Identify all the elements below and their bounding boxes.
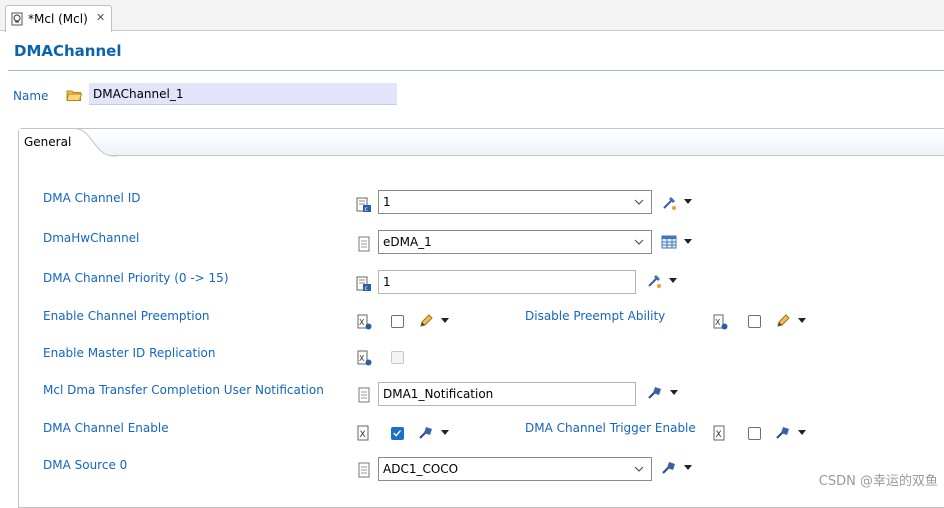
section-tabbar [19, 129, 944, 156]
svg-text:X: X [715, 318, 721, 327]
chevron-down-icon[interactable] [441, 318, 449, 324]
editor-tab[interactable]: *Mcl (Mcl) ✕ [5, 5, 112, 32]
priority-label: DMA Channel Priority (0 -> 15) [43, 271, 229, 285]
priority-value: 1 [383, 275, 391, 289]
chevron-down-icon[interactable] [669, 278, 677, 284]
tab-general[interactable]: General [19, 129, 81, 157]
preemption-label: Enable Channel Preemption [43, 309, 210, 323]
table-select-icon[interactable] [661, 234, 677, 250]
boolean-config-icon: X [713, 314, 728, 330]
notification-input[interactable]: DMA1_Notification [378, 382, 636, 406]
tab-general-curve [77, 129, 117, 157]
boolean-config-icon: X [357, 350, 372, 366]
boolean-config-icon: X [357, 314, 372, 330]
open-folder-icon[interactable] [66, 88, 82, 102]
svg-text:X: X [359, 318, 365, 327]
channel-enable-checkbox[interactable] [391, 427, 404, 440]
chevron-down-icon[interactable] [670, 390, 678, 396]
disable-preempt-checkbox[interactable] [748, 315, 761, 328]
svg-text:c: c [365, 206, 368, 213]
chevron-down-icon[interactable] [684, 465, 692, 471]
tab-general-label: General [24, 135, 72, 149]
edit-pencil-icon[interactable] [418, 313, 434, 329]
wand-icon[interactable] [775, 425, 791, 441]
checkmark-icon [393, 430, 401, 437]
close-icon[interactable]: ✕ [96, 11, 105, 24]
channel-id-value: 1 [383, 195, 391, 209]
editor-file-icon [11, 12, 23, 26]
chevron-down-icon[interactable] [684, 199, 692, 205]
svg-text:X: X [716, 430, 722, 440]
document-config-icon [358, 387, 370, 403]
hw-channel-value: eDMA_1 [383, 235, 432, 249]
master-id-label: Enable Master ID Replication [43, 346, 216, 360]
hw-channel-combo[interactable]: eDMA_1 [378, 230, 652, 254]
chevron-down-icon[interactable] [798, 318, 806, 324]
chevron-down-icon[interactable] [441, 430, 449, 436]
channel-id-combo[interactable]: 1 [378, 190, 652, 214]
chevron-down-icon [634, 199, 644, 205]
notification-label: Mcl Dma Transfer Completion User Notific… [43, 383, 324, 397]
source-combo[interactable]: ADC1_COCO [378, 457, 652, 481]
name-input[interactable] [89, 83, 397, 105]
channel-id-label: DMA Channel ID [43, 191, 141, 205]
master-id-checkbox[interactable] [391, 351, 404, 364]
chevron-down-icon [634, 466, 644, 472]
preemption-checkbox[interactable] [391, 315, 404, 328]
editor-tab-strip: *Mcl (Mcl) ✕ [0, 0, 944, 32]
hw-channel-label: DmaHwChannel [43, 231, 140, 245]
document-config-icon [358, 462, 370, 478]
trigger-enable-checkbox[interactable] [748, 427, 761, 440]
disable-preempt-label: Disable Preempt Ability [525, 309, 666, 323]
document-config-icon [358, 236, 370, 252]
wand-icon[interactable] [646, 273, 662, 289]
source-value: ADC1_COCO [383, 462, 459, 476]
svg-text:X: X [359, 354, 365, 363]
calculator-config-icon: c [356, 276, 371, 292]
svg-text:X: X [360, 430, 366, 440]
boolean-config-icon: X [357, 425, 369, 441]
boolean-config-icon: X [713, 425, 725, 441]
wand-icon[interactable] [661, 195, 677, 211]
calculator-config-icon: c [356, 197, 371, 213]
priority-input[interactable]: 1 [378, 270, 636, 294]
chevron-down-icon [634, 239, 644, 245]
chevron-down-icon[interactable] [684, 239, 692, 245]
title-divider [8, 70, 944, 71]
wand-icon[interactable] [418, 425, 434, 441]
wand-icon[interactable] [647, 385, 663, 401]
wand-icon[interactable] [661, 460, 677, 476]
editor-tab-label: *Mcl (Mcl) [28, 12, 88, 26]
svg-text:c: c [365, 285, 368, 292]
page-title: DMAChannel [14, 42, 122, 60]
edit-pencil-icon[interactable] [775, 313, 791, 329]
notification-value: DMA1_Notification [383, 387, 494, 401]
source-label: DMA Source 0 [43, 458, 128, 472]
trigger-enable-label: DMA Channel Trigger Enable [525, 421, 696, 435]
channel-enable-label: DMA Channel Enable [43, 421, 169, 435]
name-label: Name [13, 89, 49, 103]
watermark: CSDN @幸运的双鱼 [818, 474, 938, 489]
chevron-down-icon[interactable] [798, 430, 806, 436]
